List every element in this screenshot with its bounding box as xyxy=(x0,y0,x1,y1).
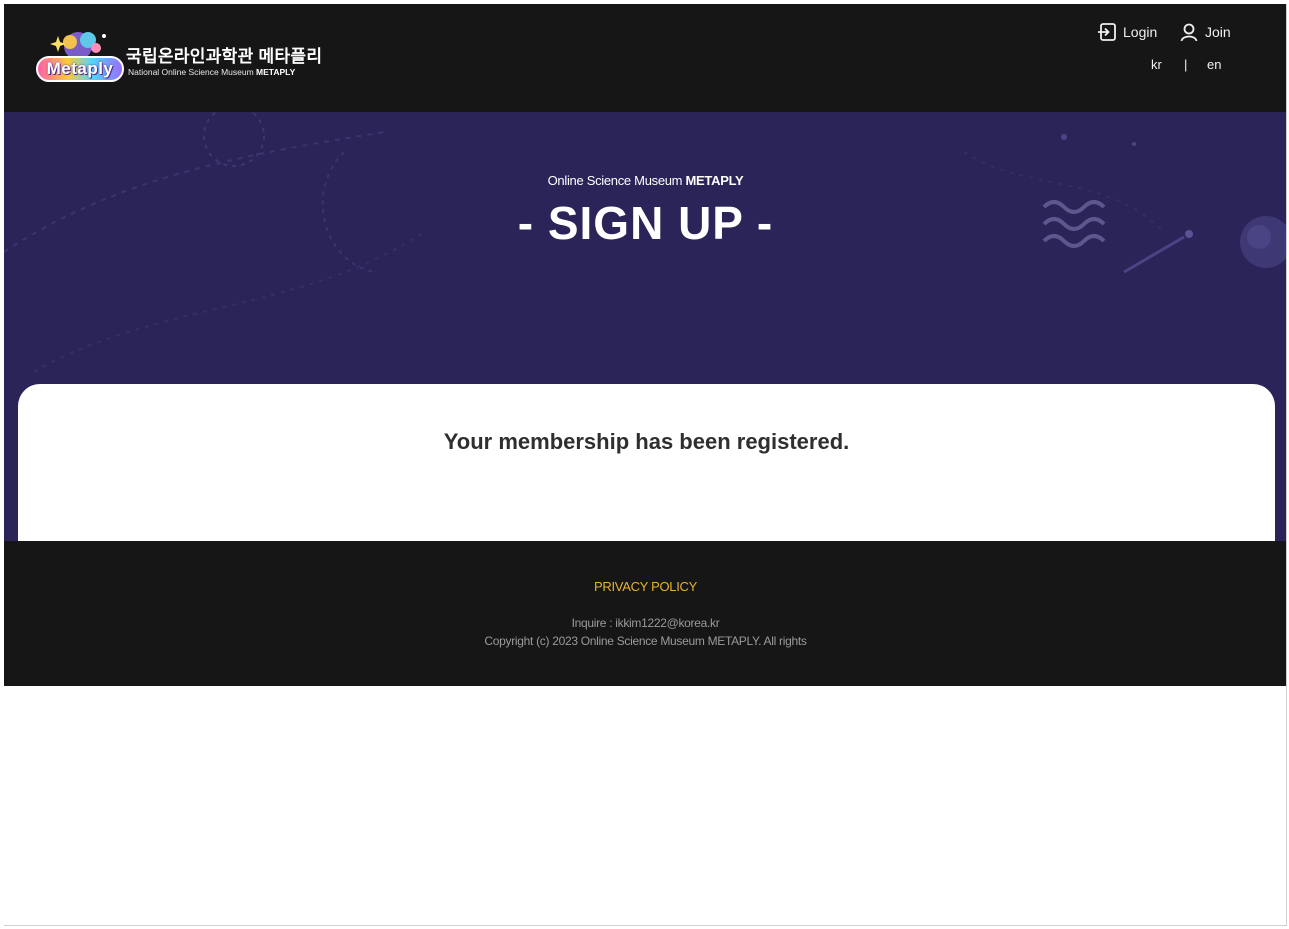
site-title: 국립온라인과학관 메타플리 xyxy=(126,47,323,66)
inquire-text: Inquire : ikkim1222@korea.kr xyxy=(571,616,720,630)
hero-subtitle: Online Science Museum METAPLY xyxy=(4,173,1286,188)
registration-message: Your membership has been registered. xyxy=(443,429,850,454)
join-label: Join xyxy=(1205,24,1231,40)
lang-separator: | xyxy=(1184,57,1188,72)
lang-en-link[interactable]: en xyxy=(1207,57,1221,72)
lang-kr-link[interactable]: kr xyxy=(1151,57,1162,72)
page-frame: Metaply 국립온라인과학관 메타플리 National Online Sc… xyxy=(4,4,1287,926)
hero-subtitle-brand: METAPLY xyxy=(685,173,744,188)
site-subtitle: National Online Science Museum METAPLY xyxy=(128,67,295,77)
login-link[interactable]: Login xyxy=(1097,22,1157,42)
page-title: - SIGN UP - xyxy=(517,197,774,249)
login-icon xyxy=(1098,23,1116,41)
site-subtitle-prefix: National Online Science Museum xyxy=(128,67,257,77)
join-link[interactable]: Join xyxy=(1179,22,1231,42)
copyright-text: Copyright (c) 2023 Online Science Museum… xyxy=(484,634,807,648)
logo-art: Metaply xyxy=(34,26,126,90)
site-logo[interactable]: Metaply 국립온라인과학관 메타플리 National Online Sc… xyxy=(34,26,334,90)
site-subtitle-brand: METAPLY xyxy=(256,67,296,77)
top-nav: Login Join kr | en xyxy=(1097,4,1286,112)
site-header: Metaply 국립온라인과학관 메타플리 National Online Sc… xyxy=(4,4,1286,112)
hero-section: Online Science Museum METAPLY - SIGN UP … xyxy=(4,112,1286,541)
login-label: Login xyxy=(1123,24,1158,40)
hero-subtitle-prefix: Online Science Museum xyxy=(547,173,686,188)
user-icon xyxy=(1180,23,1198,42)
site-footer: PRIVACY POLICY Inquire : ikkim1222@korea… xyxy=(4,541,1286,686)
result-card: Your membership has been registered. xyxy=(18,384,1275,541)
logo-badge: Metaply xyxy=(36,56,124,82)
privacy-policy-link[interactable]: PRIVACY POLICY xyxy=(4,579,1286,594)
